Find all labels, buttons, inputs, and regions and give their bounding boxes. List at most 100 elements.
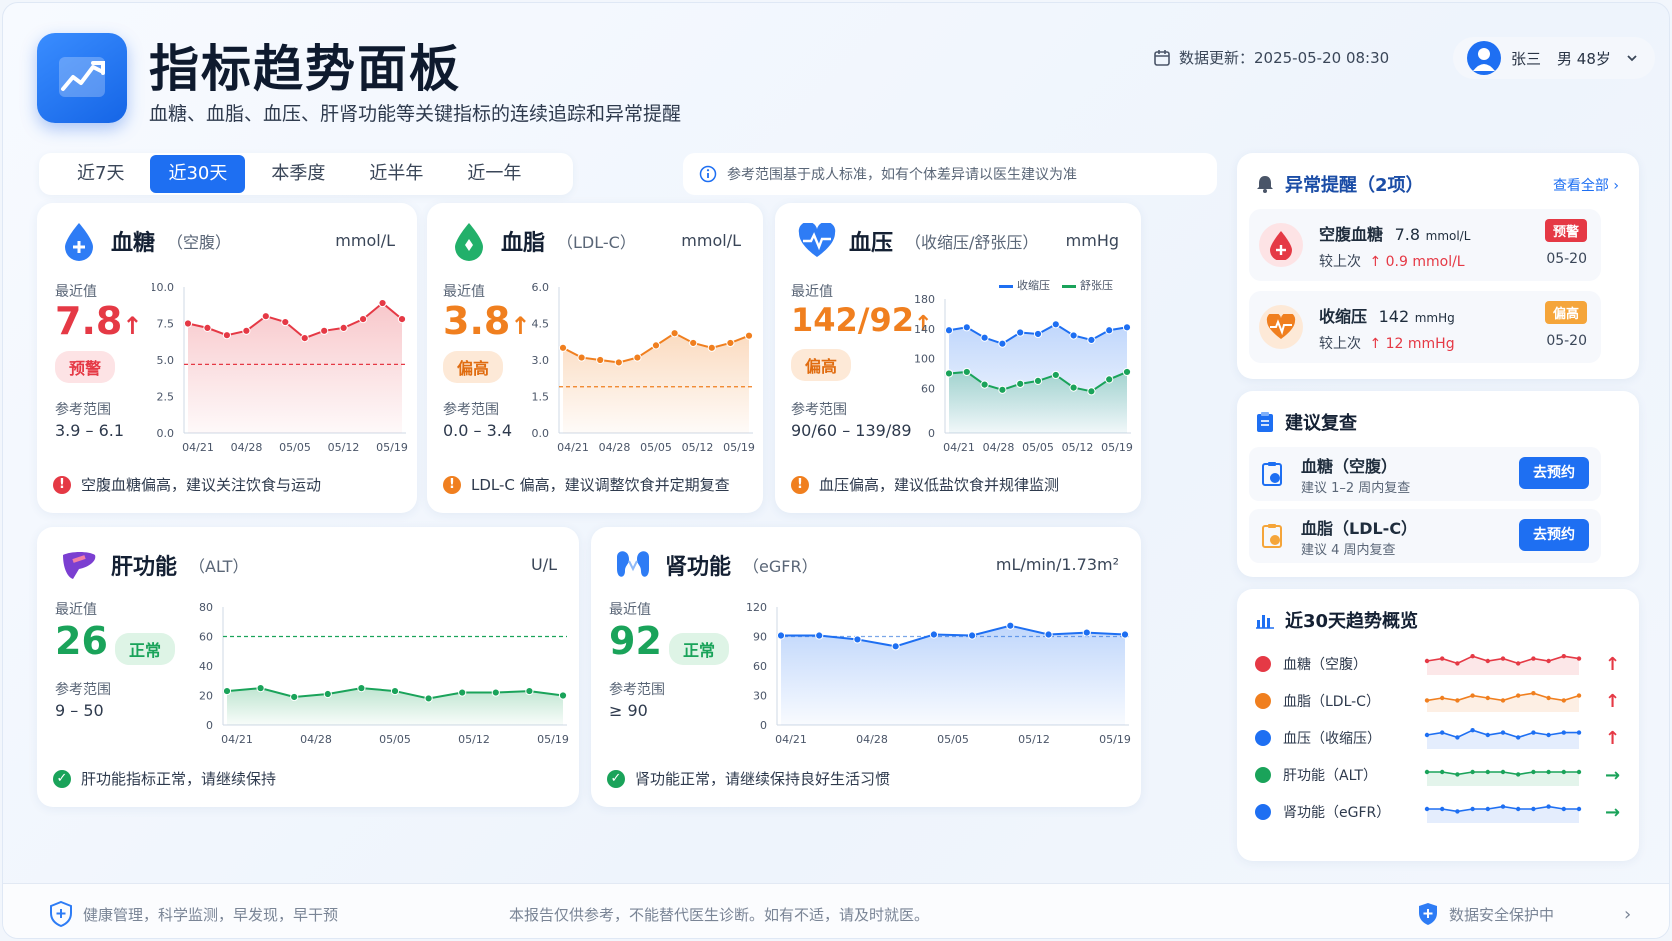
data-point (1122, 367, 1132, 377)
sparkline-point (1424, 732, 1430, 738)
x-tick-label: 05/19 (723, 441, 755, 454)
series-area (781, 625, 1125, 725)
y-tick-label: 100 (914, 353, 935, 366)
shield-plus-icon (1419, 903, 1437, 925)
clipboard-icon (1262, 524, 1282, 548)
page-subtitle: 血糖、血脂、血压、肝肾功能等关键指标的连续追踪和异常提醒 (149, 103, 682, 125)
lipid-drop-icon (449, 221, 489, 261)
alert-item-glucose[interactable]: 空腹血糖 7.8 mmol/L 较上次 ↑ 0.9 mmol/L 预警 05-2… (1249, 209, 1601, 281)
data-point (397, 315, 407, 324)
data-point (1105, 375, 1114, 384)
overview-row[interactable]: 血脂（LDL-C） ↑ (1255, 686, 1621, 716)
card-title: 肝功能 (111, 555, 178, 580)
arrow-right-icon: → (1605, 764, 1621, 786)
sparkline-point (1546, 695, 1551, 701)
recheck-title: 建议复查 (1285, 413, 1357, 434)
sparkline-point (1576, 806, 1582, 812)
data-point (929, 630, 938, 639)
note-text: 参考范围基于成人标准，如有个体差异请以医生建议为准 (727, 167, 1077, 183)
tab-quarter[interactable]: 本季度 (253, 155, 343, 193)
data-point (1044, 630, 1053, 639)
kidney-chart: 0 30 60 90 120 04/21 04/28 05/05 05/12 05/19 (746, 601, 1131, 746)
latest-value: 7.8↑ (55, 299, 142, 343)
overview-row[interactable]: 肾功能（eGFR） → (1255, 797, 1621, 827)
alert-icon: ! (53, 475, 71, 494)
sparkline-point (1455, 698, 1460, 703)
alert-badge: 预警 (1544, 219, 1587, 242)
lipid-drop-icon (1255, 693, 1271, 709)
unit-label: mmHg (1065, 231, 1119, 250)
kidney-icon (1255, 804, 1271, 820)
alert-value: 142 (1378, 307, 1410, 326)
y-tick-label: 80 (199, 601, 213, 614)
data-point (944, 326, 954, 335)
series-area (188, 303, 402, 433)
sparkline-point (1470, 654, 1475, 659)
data-point (558, 691, 568, 700)
data-point (222, 331, 232, 340)
x-tick-label: 05/19 (1101, 441, 1133, 454)
unit-label: mmol/L (681, 231, 741, 250)
alert-item-systolic[interactable]: 收缩压 142 mmHg 较上次 ↑ 12 mmHg 偏高 05-20 (1249, 291, 1601, 363)
data-point (962, 323, 971, 332)
x-tick-label: 04/21 (182, 441, 214, 454)
shield-plus-icon (50, 901, 72, 927)
card-lipid: 血脂 （LDL-C） mmol/L 最近值 3.8↑ 偏高 参考范围 0.0 –… (427, 203, 763, 513)
view-all-link[interactable]: 查看全部 › (1553, 175, 1619, 195)
message-text: 肝功能指标正常，请继续保持 (81, 770, 277, 788)
card-kidney: 肾功能 （eGFR） mL/min/1.73m² 最近值 92 正常 参考范围 … (591, 527, 1141, 807)
overview-item-name: 血糖（空腹） (1283, 657, 1367, 673)
data-point (670, 329, 679, 338)
alert-badge: 偏高 (1544, 301, 1587, 324)
x-tick-label: 05/05 (937, 733, 969, 746)
data-point (1082, 628, 1091, 637)
ref-label: 参考范围 (791, 402, 847, 418)
data-point (614, 358, 623, 367)
y-tick-label: 10.0 (152, 281, 174, 294)
sparkline-area (1427, 806, 1579, 823)
data-point (596, 355, 605, 365)
data-point (525, 686, 534, 696)
arrow-up-icon: ↑ (1605, 653, 1621, 675)
time-range-tabs: 近7天 近30天 本季度 近半年 近一年 (39, 153, 573, 195)
message-text: 肾功能正常，请继续保持良好生活习惯 (635, 770, 891, 788)
data-point (1122, 323, 1132, 332)
latest-value-number: 7.8 (55, 299, 123, 343)
latest-value: 142/92↑ (791, 301, 932, 339)
card-subtitle: （LDL-C） (557, 233, 636, 252)
overview-row[interactable]: 血压（收缩压） ↑ (1255, 723, 1621, 753)
y-tick-label: 0 (206, 719, 213, 732)
sparkline-point (1485, 769, 1490, 775)
tab-year[interactable]: 近一年 (449, 155, 539, 193)
footer: 健康管理，科学监测，早发现，早干预 本报告仅供参考，不能替代医生诊断。如有不适，… (3, 883, 1669, 938)
user-menu[interactable]: 张三 男 48岁 (1453, 37, 1655, 79)
ref-range: ≥ 90 (609, 701, 648, 720)
heart-pulse-icon (1255, 730, 1271, 746)
data-point (998, 385, 1007, 394)
arrow-up-icon: ↑ (1605, 690, 1621, 712)
heart-pulse-icon (1259, 305, 1303, 349)
alert-change: 较上次 ↑ 12 mmHg (1319, 333, 1455, 353)
x-tick-label: 04/28 (983, 441, 1015, 454)
sparkline-point (1546, 769, 1551, 775)
data-point (1069, 331, 1078, 340)
tab-7days[interactable]: 近7天 (59, 155, 142, 193)
data-security-link[interactable]: 数据安全保护中 › (1417, 902, 1631, 926)
latest-label: 最近值 (55, 602, 97, 618)
overview-row[interactable]: 肝功能（ALT） → (1255, 760, 1621, 790)
data-point (1033, 376, 1043, 385)
x-tick-label: 05/05 (640, 441, 672, 454)
card-message: ! 血压偏高，建议低盐饮食并规律监测 (791, 474, 1059, 495)
data-point (891, 642, 900, 651)
arrow-right-icon: → (1605, 801, 1621, 823)
tab-30days[interactable]: 近30天 (150, 155, 246, 193)
book-button[interactable]: 去预约 (1519, 519, 1589, 551)
y-tick-label: 140 (914, 323, 935, 336)
overview-row[interactable]: 血糖（空腹） ↑ (1255, 649, 1621, 679)
alerts-title: 异常提醒（2项） (1285, 175, 1424, 196)
overview-item-name: 血脂（LDL-C） (1283, 694, 1380, 710)
data-point (290, 692, 299, 702)
tab-half-year[interactable]: 近半年 (351, 155, 441, 193)
card-message: ! 空腹血糖偏高，建议关注饮食与运动 (53, 474, 321, 495)
book-button[interactable]: 去预约 (1519, 457, 1589, 489)
